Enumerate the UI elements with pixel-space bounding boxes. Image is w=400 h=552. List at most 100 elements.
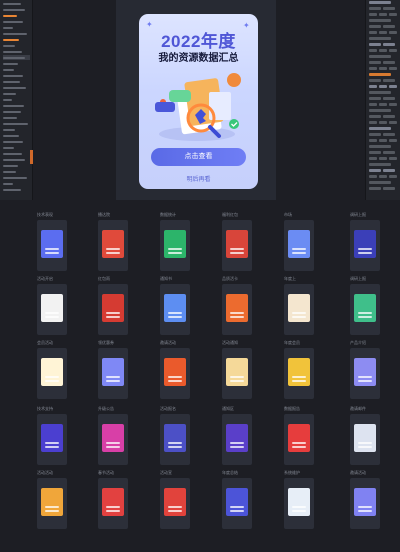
thumbnail-preview[interactable] [37,284,67,335]
thumbnail-preview[interactable] [160,348,190,399]
thumbnail-preview[interactable] [222,414,252,465]
thumbnail-preview[interactable] [284,348,314,399]
layer-row[interactable] [3,85,30,90]
inspector-row[interactable] [369,25,398,30]
inspector-row[interactable] [369,13,398,18]
thumbnail-preview[interactable] [37,478,67,529]
inspector-row[interactable] [369,67,398,72]
inspector-row[interactable] [369,7,398,12]
thumbnail-preview[interactable] [98,220,128,271]
thumbnail-preview[interactable] [98,478,128,529]
layer-row[interactable] [3,55,30,60]
layer-row[interactable] [3,145,30,150]
thumbnail-preview[interactable] [98,284,128,335]
inspector-row[interactable] [369,19,398,24]
layer-row[interactable] [3,121,30,126]
inspector-row[interactable] [369,169,398,174]
layer-row[interactable] [3,1,30,6]
layer-row[interactable] [3,91,30,96]
inspector-row[interactable] [369,97,398,102]
thumbnail-preview[interactable] [350,284,380,335]
inspector-row[interactable] [369,151,398,156]
layer-row[interactable] [3,19,30,24]
layer-row[interactable] [3,25,30,30]
inspector-row[interactable] [369,1,398,6]
layer-row[interactable] [3,109,30,114]
thumbnail-preview[interactable] [222,478,252,529]
thumbnail-preview[interactable] [222,220,252,271]
thumbnail-preview[interactable] [350,220,380,271]
layer-row[interactable] [3,31,30,36]
inspector-row[interactable] [369,187,398,192]
layer-row[interactable] [3,157,30,162]
layer-row[interactable] [3,163,30,168]
thumbnail-preview[interactable] [284,284,314,335]
layer-row[interactable] [3,37,30,42]
thumbnail-preview[interactable] [98,348,128,399]
thumbnail-preview[interactable] [160,478,190,529]
layer-row[interactable] [3,73,30,78]
thumbnail-preview[interactable] [160,220,190,271]
inspector-row[interactable] [369,139,398,144]
layer-row[interactable] [3,187,30,192]
layers-scrollbar[interactable] [30,150,33,164]
thumbnail-preview[interactable] [284,220,314,271]
inspector-row[interactable] [369,73,398,78]
inspector-row[interactable] [369,145,398,150]
thumbnail-preview[interactable] [284,414,314,465]
layer-row[interactable] [3,115,30,120]
thumbnail-preview[interactable] [350,414,380,465]
inspector-row[interactable] [369,85,398,90]
thumbnail-preview[interactable] [98,414,128,465]
inspector-row[interactable] [369,175,398,180]
layer-row[interactable] [3,151,30,156]
thumbnail-preview[interactable] [350,478,380,529]
inspector-row[interactable] [369,127,398,132]
layer-row[interactable] [3,7,30,12]
thumbnail-preview[interactable] [350,348,380,399]
thumbnail-preview[interactable] [222,348,252,399]
inspector-row[interactable] [369,91,398,96]
view-details-button[interactable]: 点击查看 [151,148,246,166]
thumbnail-preview[interactable] [222,284,252,335]
thumbnail-preview[interactable] [37,348,67,399]
inspector-row[interactable] [369,109,398,114]
inspector-row[interactable] [369,121,398,126]
inspector-row[interactable] [369,157,398,162]
thumbnail-preview[interactable] [37,414,67,465]
layer-row[interactable] [3,169,30,174]
layer-row[interactable] [3,181,30,186]
inspector-row[interactable] [369,55,398,60]
inspector-row[interactable] [369,31,398,36]
inspector-row[interactable] [369,133,398,138]
layer-row[interactable] [3,133,30,138]
layer-row[interactable] [3,97,30,102]
poster-artboard[interactable]: ✦ ✦ 2022年度 我的资源数据汇总 点击查看 明后再看 [139,14,258,189]
inspector-row[interactable] [369,49,398,54]
layer-row[interactable] [3,13,30,18]
thumbnail-preview[interactable] [160,414,190,465]
inspector-row[interactable] [369,115,398,120]
inspector-row[interactable] [369,43,398,48]
thumbnail-preview[interactable] [37,220,67,271]
layer-row[interactable] [3,127,30,132]
inspector-field [379,157,387,160]
inspector-row[interactable] [369,103,398,108]
view-later-link[interactable]: 明后再看 [139,174,258,183]
layer-row[interactable] [3,175,30,180]
layer-row[interactable] [3,67,30,72]
thumbnail-preview[interactable] [284,478,314,529]
inspector-row[interactable] [369,163,398,168]
layer-row[interactable] [3,79,30,84]
inspector-row[interactable] [369,61,398,66]
layer-row[interactable] [3,103,30,108]
thumbnail-preview[interactable] [160,284,190,335]
inspector-row[interactable] [369,37,398,42]
thumbnail-text-line [358,312,372,314]
layer-row[interactable] [3,139,30,144]
inspector-row[interactable] [369,79,398,84]
layer-row[interactable] [3,43,30,48]
inspector-row[interactable] [369,181,398,186]
layer-row[interactable] [3,49,30,54]
layer-row[interactable] [3,61,30,66]
